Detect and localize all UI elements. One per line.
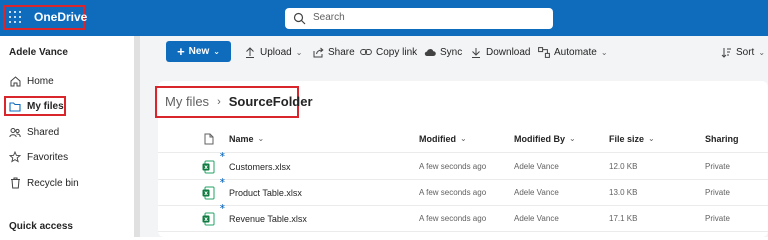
modified-by-column-header[interactable]: Modified By ⌄	[514, 125, 576, 152]
file-modified-by: Adele Vance	[514, 188, 559, 197]
file-size: 17.1 KB	[609, 214, 638, 223]
table-row[interactable]: x ∗ Product Table.xlsx A few seconds ago…	[158, 176, 768, 206]
breadcrumb-my-files[interactable]: My files	[165, 94, 209, 109]
sidebar-item-label: Home	[27, 75, 54, 87]
modified-column-header[interactable]: Modified ⌄	[419, 125, 467, 152]
file-sharing: Private	[705, 214, 730, 223]
excel-file-icon: x	[202, 206, 215, 231]
download-button[interactable]: Download	[470, 46, 530, 58]
file-modified-by: Adele Vance	[514, 214, 559, 223]
trash-icon	[8, 176, 22, 190]
star-icon	[8, 150, 22, 164]
app-name[interactable]: OneDrive	[34, 10, 87, 24]
sidebar-item-label: Shared	[27, 126, 60, 138]
sort-button[interactable]: Sort ⌄	[720, 46, 765, 58]
search-icon	[293, 12, 306, 25]
sidebar-item-my-files[interactable]: My files	[8, 98, 64, 114]
excel-file-icon: x	[202, 180, 215, 205]
file-modified: A few seconds ago	[419, 214, 487, 223]
svg-text:x: x	[204, 164, 208, 171]
upload-icon	[244, 46, 256, 58]
table-header-row: Name ⌄ Modified ⌄ Modified By ⌄ File siz…	[158, 125, 768, 153]
table-row[interactable]: x ∗ Revenue Table.xlsx A few seconds ago…	[158, 202, 768, 232]
home-icon	[8, 74, 22, 88]
file-size: 12.0 KB	[609, 162, 638, 171]
file-size: 13.0 KB	[609, 188, 638, 197]
new-file-sparkle-icon: ∗	[219, 175, 226, 185]
chevron-down-icon: ⌄	[648, 134, 655, 143]
sharing-column-header[interactable]: Sharing	[705, 125, 739, 152]
user-name: Adele Vance	[9, 47, 68, 58]
folder-icon	[8, 99, 22, 113]
file-sharing: Private	[705, 162, 730, 171]
sidebar-item-label: My files	[27, 100, 64, 112]
breadcrumb-current-folder: SourceFolder	[228, 94, 313, 109]
new-file-sparkle-icon: ∗	[219, 201, 226, 211]
share-icon	[312, 46, 324, 58]
link-icon	[360, 46, 372, 58]
search-box[interactable]: Search	[285, 8, 553, 29]
sidebar-item-shared[interactable]: Shared	[8, 124, 59, 140]
file-type-icon	[204, 133, 214, 144]
shared-icon	[8, 125, 22, 139]
chevron-down-icon: ⌄	[758, 47, 766, 57]
sidebar-item-recycle-bin[interactable]: Recycle bin	[8, 175, 79, 191]
file-modified: A few seconds ago	[419, 188, 487, 197]
sidebar-item-home[interactable]: Home	[8, 73, 54, 89]
chevron-down-icon: ⌄	[460, 134, 467, 143]
download-icon	[470, 46, 482, 58]
file-modified: A few seconds ago	[419, 162, 487, 171]
file-size-column-header[interactable]: File size ⌄	[609, 125, 655, 152]
name-column-header[interactable]: Name ⌄	[229, 125, 264, 152]
chevron-down-icon: ⌄	[213, 47, 220, 56]
chevron-down-icon: ⌄	[569, 134, 576, 143]
sidebar-item-favorites[interactable]: Favorites	[8, 149, 68, 165]
chevron-down-icon: ⌄	[295, 47, 303, 57]
sort-icon	[720, 46, 732, 58]
breadcrumb: My files › SourceFolder	[165, 94, 313, 109]
command-bar: + New ⌄ Upload ⌄ Share Copy link Sync Do…	[140, 36, 768, 72]
chevron-right-icon: ›	[217, 95, 221, 108]
automate-button[interactable]: Automate ⌄	[538, 46, 608, 58]
search-input[interactable]: Search	[313, 12, 345, 23]
file-modified-by: Adele Vance	[514, 162, 559, 171]
sidebar-item-label: Recycle bin	[27, 177, 79, 189]
file-name[interactable]: Customers.xlsx	[229, 154, 291, 179]
automate-icon	[538, 46, 550, 58]
plus-icon: +	[177, 43, 185, 59]
share-button[interactable]: Share	[312, 46, 355, 58]
table-row[interactable]: x ∗ Customers.xlsx A few seconds ago Ade…	[158, 150, 768, 180]
top-bar: OneDrive Search	[0, 0, 768, 36]
new-button[interactable]: + New ⌄	[166, 41, 231, 62]
svg-text:x: x	[204, 216, 208, 223]
quick-access-heading: Quick access	[9, 221, 73, 232]
sync-button[interactable]: Sync	[424, 46, 462, 58]
chevron-down-icon: ⌄	[257, 134, 265, 143]
sync-icon	[424, 46, 436, 58]
upload-button[interactable]: Upload ⌄	[244, 46, 302, 58]
file-name[interactable]: Revenue Table.xlsx	[229, 206, 307, 231]
file-sharing: Private	[705, 188, 730, 197]
app-launcher-icon[interactable]	[9, 11, 21, 23]
excel-file-icon: x	[202, 154, 215, 179]
sidebar-item-label: Favorites	[27, 151, 69, 163]
svg-text:x: x	[204, 190, 208, 197]
file-name[interactable]: Product Table.xlsx	[229, 180, 302, 205]
chevron-down-icon: ⌄	[600, 47, 608, 57]
new-file-sparkle-icon: ∗	[219, 149, 226, 159]
copy-link-button[interactable]: Copy link	[360, 46, 417, 58]
file-type-column-header[interactable]	[204, 125, 214, 152]
